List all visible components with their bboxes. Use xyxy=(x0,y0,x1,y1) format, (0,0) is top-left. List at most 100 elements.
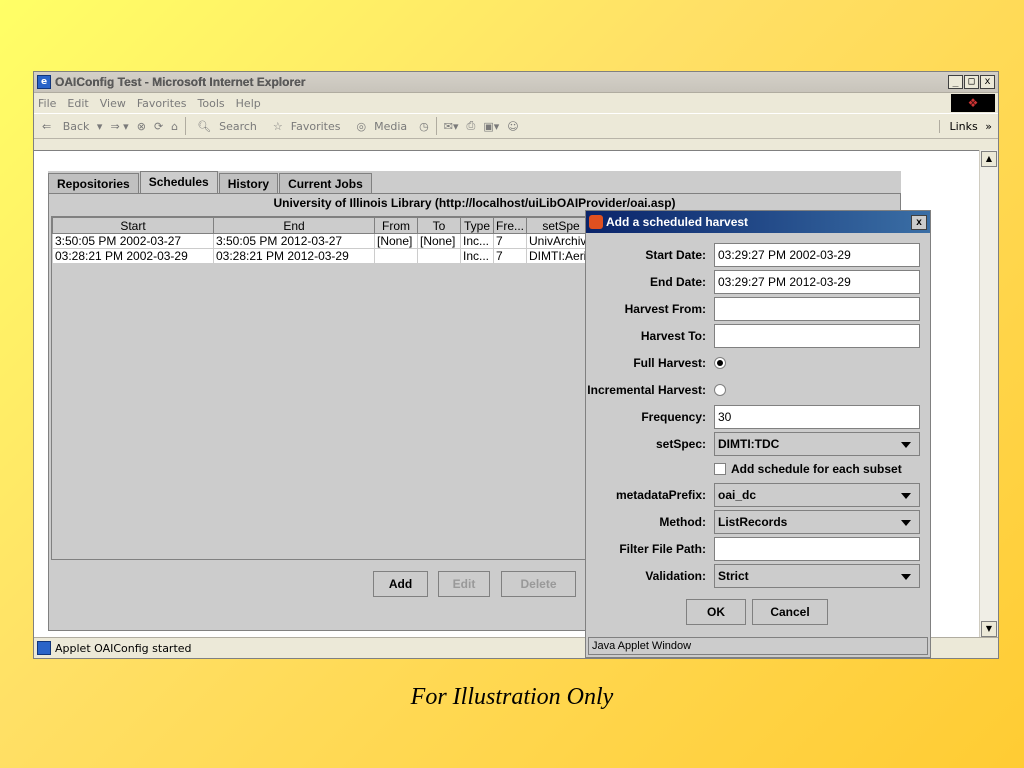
menu-file[interactable]: File xyxy=(34,97,63,110)
incremental-harvest-label: Incremental Harvest: xyxy=(587,383,706,397)
cancel-button[interactable]: Cancel xyxy=(752,599,828,625)
favorites-button[interactable]: ☆ Favorites xyxy=(265,120,349,133)
ok-button[interactable]: OK xyxy=(686,599,746,625)
delete-button[interactable]: Delete xyxy=(501,571,576,597)
menu-favorites[interactable]: Favorites xyxy=(133,97,194,110)
vertical-scrollbar[interactable]: ▲ ▼ xyxy=(979,150,998,638)
dialog-status-bar: Java Applet Window xyxy=(588,637,928,655)
toolbar-separator xyxy=(185,117,187,135)
subset-checkbox-label: Add schedule for each subset xyxy=(731,462,902,476)
table-row[interactable]: 03:28:21 PM 2002-03-29 03:28:21 PM 2012-… xyxy=(52,248,597,264)
setspec-value: DIMTI:TDC xyxy=(718,437,780,451)
validation-label: Validation: xyxy=(645,569,706,583)
links-button[interactable]: Links » xyxy=(938,119,999,133)
refresh-icon[interactable]: ⟳ xyxy=(150,120,167,133)
cell-frequency: 7 xyxy=(492,248,528,264)
menu-edit[interactable]: Edit xyxy=(63,97,95,110)
cell-type: Inc... xyxy=(460,248,494,264)
harvest-from-field[interactable] xyxy=(714,297,920,321)
setspec-dropdown[interactable]: DIMTI:TDC xyxy=(714,432,920,456)
menu-view[interactable]: View xyxy=(96,97,133,110)
menu-bar: File Edit View Favorites Tools Help ❖ xyxy=(34,93,998,113)
tab-schedules[interactable]: Schedules xyxy=(139,171,218,193)
add-button[interactable]: Add xyxy=(373,571,428,597)
home-icon[interactable]: ⌂ xyxy=(167,120,182,133)
chevron-down-icon xyxy=(901,442,911,448)
forward-button[interactable]: ⇒ ▾ xyxy=(106,120,132,133)
mail-icon[interactable]: ✉▾ xyxy=(440,120,463,133)
start-date-field[interactable]: 03:29:27 PM 2002-03-29 xyxy=(714,243,920,267)
column-header-frequency[interactable]: Fre... xyxy=(492,217,528,234)
scroll-down-icon[interactable]: ▼ xyxy=(981,621,997,637)
full-harvest-row: Full Harvest: xyxy=(586,350,932,376)
frequency-field[interactable]: 30 xyxy=(714,405,920,429)
print-icon[interactable]: ⎙ xyxy=(463,119,480,133)
incremental-harvest-radio[interactable] xyxy=(714,384,726,396)
cell-to xyxy=(417,248,461,264)
maximize-button[interactable]: □ xyxy=(964,75,979,89)
tab-repositories[interactable]: Repositories xyxy=(48,173,139,193)
validation-value: Strict xyxy=(718,569,749,583)
harvest-to-field[interactable] xyxy=(714,324,920,348)
history-icon[interactable]: ◷ xyxy=(415,120,433,133)
favorites-label: Favorites xyxy=(290,119,341,133)
column-header-from[interactable]: From xyxy=(374,217,418,234)
close-button[interactable]: x xyxy=(980,75,995,89)
start-date-label: Start Date: xyxy=(645,248,706,262)
metadata-prefix-dropdown[interactable]: oai_dc xyxy=(714,483,920,507)
column-header-start[interactable]: Start xyxy=(52,217,214,234)
cell-from xyxy=(374,248,418,264)
full-harvest-radio[interactable] xyxy=(714,357,726,369)
links-label: Links xyxy=(949,119,978,133)
column-header-to[interactable]: To xyxy=(417,217,461,234)
column-header-type[interactable]: Type xyxy=(460,217,494,234)
tab-current-jobs[interactable]: Current Jobs xyxy=(279,173,372,193)
method-row: Method: ListRecords xyxy=(586,509,932,535)
search-button[interactable]: 🔍︎ Search xyxy=(189,120,265,133)
metadata-prefix-label: metadataPrefix: xyxy=(615,488,706,502)
column-header-end[interactable]: End xyxy=(213,217,375,234)
menu-tools[interactable]: Tools xyxy=(194,97,232,110)
dialog-close-button[interactable]: x xyxy=(911,214,927,230)
dialog-title-bar: Add a scheduled harvest x xyxy=(586,211,930,233)
frequency-label: Frequency: xyxy=(641,410,706,424)
title-bar: e OAIConfig Test - Microsoft Internet Ex… xyxy=(34,72,998,93)
table-header-row: Start End From To Type Fre... setSpe xyxy=(52,217,597,234)
tab-strip: Repositories Schedules History Current J… xyxy=(48,171,373,193)
repository-title: University of Illinois Library (http://l… xyxy=(273,196,676,210)
cell-frequency: 7 xyxy=(492,233,528,249)
table-row[interactable]: 3:50:05 PM 2002-03-27 3:50:05 PM 2012-03… xyxy=(52,233,597,249)
edit-icon[interactable]: ▣▾ xyxy=(479,120,503,133)
filter-path-row: Filter File Path: xyxy=(586,536,932,562)
end-date-field[interactable]: 03:29:27 PM 2012-03-29 xyxy=(714,270,920,294)
scroll-up-icon[interactable]: ▲ xyxy=(981,151,997,167)
status-text: Applet OAIConfig started xyxy=(55,641,192,655)
window-controls: _ □ x xyxy=(948,75,995,89)
validation-dropdown[interactable]: Strict xyxy=(714,564,920,588)
setspec-label: setSpec: xyxy=(655,437,706,451)
messenger-icon[interactable]: ☺ xyxy=(503,120,522,133)
search-label: Search xyxy=(219,119,257,133)
back-button[interactable]: ⇐ Back ▾ xyxy=(34,120,106,133)
harvest-from-row: Harvest From: xyxy=(586,296,932,322)
harvest-to-label: Harvest To: xyxy=(640,329,706,343)
method-dropdown[interactable]: ListRecords xyxy=(714,510,920,534)
filter-path-field[interactable] xyxy=(714,537,920,561)
add-schedule-dialog: Add a scheduled harvest x Start Date: 03… xyxy=(585,210,931,658)
star-icon: ☆ xyxy=(272,119,283,133)
schedule-table: Start End From To Type Fre... setSpe 3:5… xyxy=(52,217,597,264)
edit-button[interactable]: Edit xyxy=(438,571,490,597)
menu-help[interactable]: Help xyxy=(232,97,268,110)
frequency-row: Frequency: 30 xyxy=(586,404,932,430)
media-button[interactable]: ◎ Media xyxy=(348,120,415,133)
subset-checkbox[interactable] xyxy=(714,463,726,475)
method-value: ListRecords xyxy=(718,515,788,529)
toolbar-separator xyxy=(435,117,437,135)
minimize-button[interactable]: _ xyxy=(948,75,963,89)
stop-icon[interactable]: ⊗ xyxy=(133,120,150,133)
tab-history[interactable]: History xyxy=(218,173,279,193)
chevron-down-icon xyxy=(901,574,911,580)
cell-start: 3:50:05 PM 2002-03-27 xyxy=(52,233,214,249)
chevron-down-icon xyxy=(901,520,911,526)
windows-logo-icon: ❖ xyxy=(951,94,995,112)
